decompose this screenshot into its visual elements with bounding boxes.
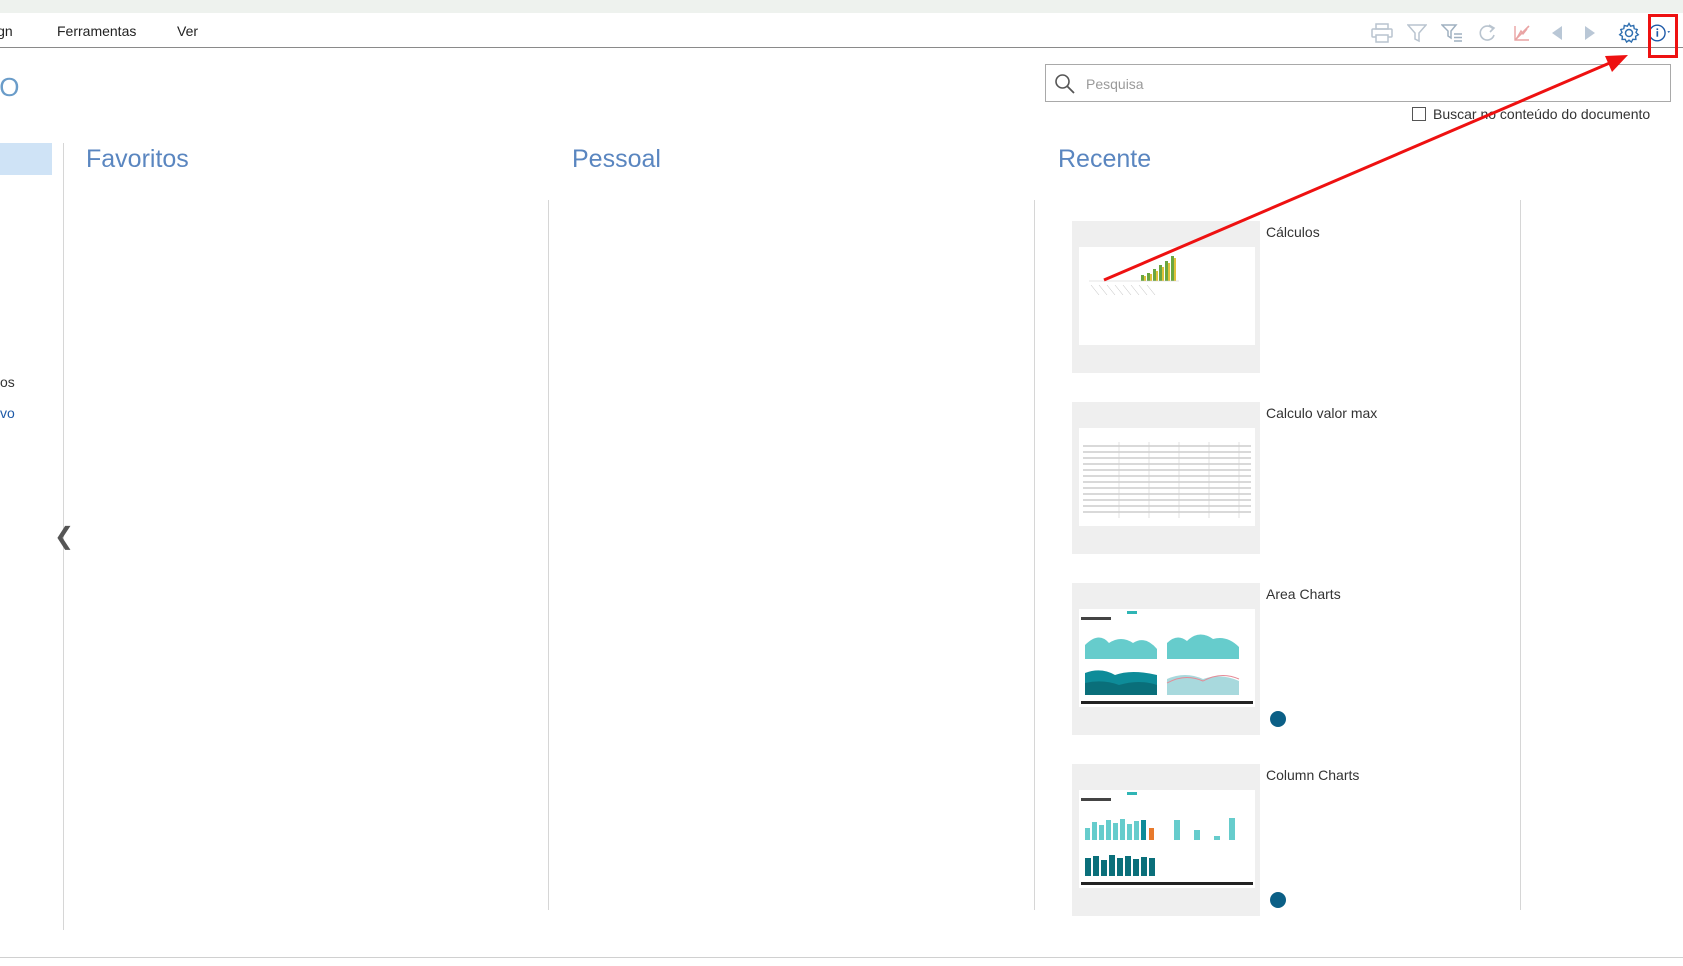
filter-clear-icon[interactable] xyxy=(1440,21,1464,45)
annotation-arrow xyxy=(1103,55,1628,282)
menu-tools[interactable]: Ferramentas xyxy=(57,23,136,39)
search-input[interactable] xyxy=(1084,73,1648,95)
filter-icon[interactable] xyxy=(1405,21,1429,45)
heading-favorites: Favoritos xyxy=(86,145,189,173)
title-strip xyxy=(0,0,1683,13)
recent-item-title[interactable]: Area Charts xyxy=(1266,586,1341,602)
status-dot xyxy=(1270,892,1286,908)
menu-design[interactable]: ign xyxy=(0,23,13,39)
sidebar-item-label[interactable]: os xyxy=(0,374,15,390)
page-title: /O xyxy=(0,72,20,102)
recent-card-calculo-valor-max[interactable] xyxy=(1072,402,1260,554)
status-dot xyxy=(1270,711,1286,727)
recent-item-title[interactable]: Calculo valor max xyxy=(1266,405,1377,421)
thumbnail-table xyxy=(1079,428,1255,526)
search-content-checkbox[interactable] xyxy=(1412,107,1426,121)
menu-bar: ign Ferramentas Ver xyxy=(0,13,1683,48)
collapse-chevron-icon[interactable]: ❮ xyxy=(54,522,74,551)
thumbnail-chart xyxy=(1079,247,1255,345)
thumbnail-column-charts xyxy=(1079,790,1255,888)
search-icon xyxy=(1054,73,1076,100)
heading-personal: Pessoal xyxy=(572,145,661,173)
forward-icon[interactable] xyxy=(1578,21,1602,45)
thumbnail-area-charts xyxy=(1079,609,1255,707)
column-divider xyxy=(548,200,549,910)
gear-icon[interactable] xyxy=(1617,21,1641,45)
recent-card-calculos[interactable] xyxy=(1072,221,1260,373)
dismiss-icon[interactable] xyxy=(1510,21,1534,45)
back-icon[interactable] xyxy=(1545,21,1569,45)
annotation-highlight-box xyxy=(1648,14,1678,58)
heading-recent: Recente xyxy=(1058,145,1152,173)
recent-card-column-charts[interactable] xyxy=(1072,764,1260,916)
column-divider xyxy=(1520,200,1521,910)
sidebar-item-label[interactable]: vo xyxy=(0,405,15,421)
bottom-divider xyxy=(0,957,1683,958)
recent-item-title[interactable]: Cálculos xyxy=(1266,224,1320,240)
sidebar-item-selected[interactable] xyxy=(0,143,52,175)
column-divider xyxy=(1034,200,1035,910)
menu-view[interactable]: Ver xyxy=(177,23,198,39)
search-content-label: Buscar no conteúdo do documento xyxy=(1433,106,1651,122)
print-icon[interactable] xyxy=(1370,21,1394,45)
recent-item-title[interactable]: Column Charts xyxy=(1266,767,1359,783)
search-content-option[interactable]: Buscar no conteúdo do documento xyxy=(1412,106,1650,122)
recent-card-area-charts[interactable] xyxy=(1072,583,1260,735)
refresh-icon[interactable] xyxy=(1475,21,1499,45)
search-box[interactable] xyxy=(1045,64,1671,102)
